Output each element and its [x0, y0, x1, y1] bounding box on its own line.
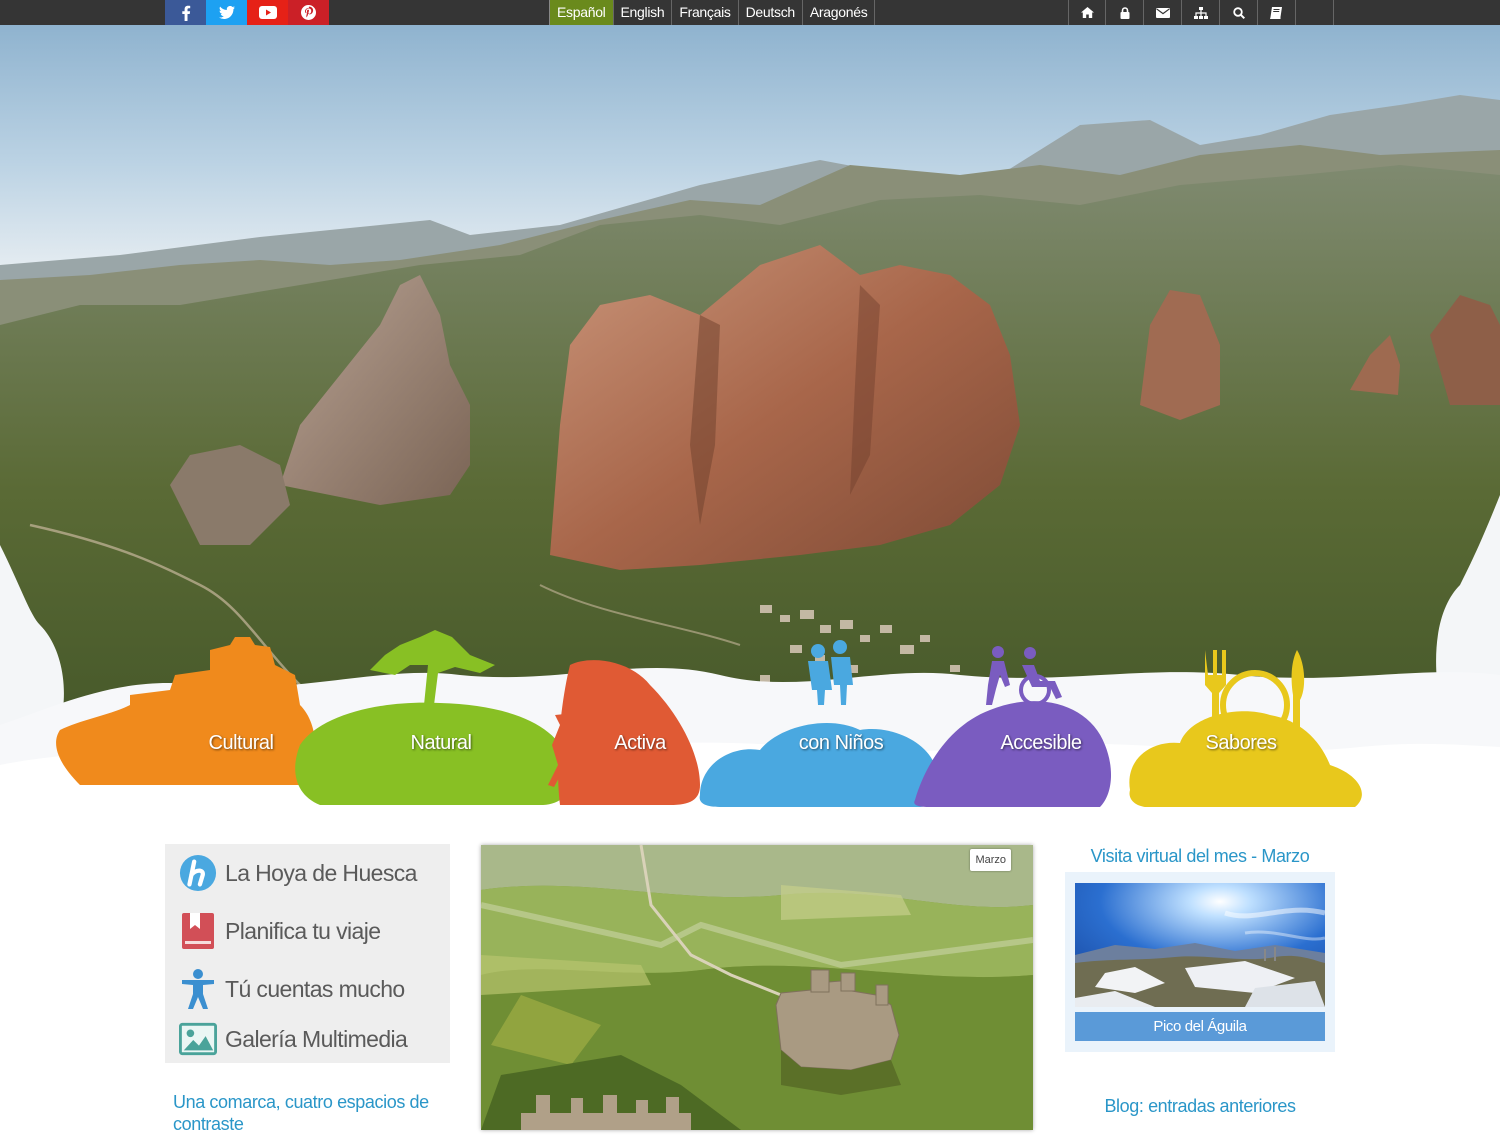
sitemap-button[interactable]: [1182, 0, 1220, 25]
pinterest-icon: [301, 5, 316, 20]
person-icon: [179, 968, 217, 1010]
virtual-visit-card[interactable]: Pico del Águila: [1065, 872, 1335, 1052]
menu-item-hoya[interactable]: La Hoya de Huesca: [179, 850, 417, 896]
brochures-button[interactable]: [1258, 0, 1296, 25]
extra-toolbar-slot[interactable]: [1296, 0, 1334, 25]
quick-links-panel: La Hoya de Huesca Planifica tu viaje Tú …: [165, 844, 450, 1063]
menu-label: La Hoya de Huesca: [225, 859, 417, 886]
twitter-button[interactable]: [206, 0, 247, 25]
hero-landscape-image: [0, 25, 1500, 820]
language-option[interactable]: Español: [549, 0, 614, 25]
category-link-activa[interactable]: Activa: [560, 732, 720, 755]
facebook-button[interactable]: [165, 0, 206, 25]
envelope-icon: [1155, 7, 1170, 18]
youtube-icon: [258, 6, 277, 19]
virtual-visit-title[interactable]: Visita virtual del mes - Marzo: [1065, 846, 1335, 867]
category-link-cultural[interactable]: Cultural: [161, 732, 321, 755]
menu-item-participate[interactable]: Tú cuentas mucho: [179, 966, 405, 1012]
twitter-icon: [218, 6, 235, 19]
language-option[interactable]: Aragonés: [803, 0, 876, 25]
blog-section-title[interactable]: Blog: entradas anteriores: [1065, 1096, 1335, 1117]
book-icon: [1270, 6, 1282, 19]
menu-item-gallery[interactable]: Galería Multimedia: [179, 1016, 408, 1062]
image-gallery-icon: [179, 1018, 217, 1060]
menu-label: Planifica tu viaje: [225, 917, 381, 944]
home-icon: [1080, 7, 1094, 18]
sitemap-icon: [1193, 6, 1208, 19]
language-option[interactable]: Deutsch: [739, 0, 803, 25]
category-link-natural[interactable]: Natural: [361, 732, 521, 755]
facebook-icon: [181, 5, 190, 21]
pinterest-button[interactable]: [288, 0, 329, 25]
login-button[interactable]: [1106, 0, 1144, 25]
month-badge: Marzo: [970, 849, 1011, 871]
featured-image-slider[interactable]: Marzo: [481, 845, 1033, 1130]
virtual-visit-caption[interactable]: Pico del Águila: [1075, 1012, 1325, 1041]
category-link-sabores[interactable]: Sabores: [1161, 732, 1321, 755]
search-button[interactable]: [1220, 0, 1258, 25]
hoya-logo-icon: [179, 852, 217, 894]
comarca-link[interactable]: Una comarca, cuatro espacios de contrast…: [173, 1091, 433, 1135]
category-link-accesible[interactable]: Accesible: [961, 732, 1121, 755]
bookmark-book-icon: [179, 910, 217, 952]
utility-toolbar: [1068, 0, 1334, 25]
menu-label: Tú cuentas mucho: [225, 975, 405, 1002]
menu-item-plan-trip[interactable]: Planifica tu viaje: [179, 908, 381, 954]
youtube-button[interactable]: [247, 0, 288, 25]
home-button[interactable]: [1068, 0, 1106, 25]
language-option[interactable]: Français: [672, 0, 739, 25]
hero-banner: Cultural Natural Activa con Niños Accesible S…: [0, 25, 1500, 820]
menu-label: Galería Multimedia: [225, 1025, 408, 1052]
language-option[interactable]: English: [614, 0, 673, 25]
castle-landscape-image: [481, 845, 1033, 1130]
language-selector: Español English Français Deutsch Aragonés: [549, 0, 876, 25]
top-bar: Español English Français Deutsch Aragonés: [0, 0, 1500, 25]
social-links: [165, 0, 329, 25]
search-icon: [1232, 6, 1245, 19]
contact-button[interactable]: [1144, 0, 1182, 25]
virtual-visit-panorama[interactable]: [1075, 883, 1325, 1007]
category-link-con-ninos[interactable]: con Niños: [761, 732, 921, 755]
lock-icon: [1120, 6, 1129, 19]
